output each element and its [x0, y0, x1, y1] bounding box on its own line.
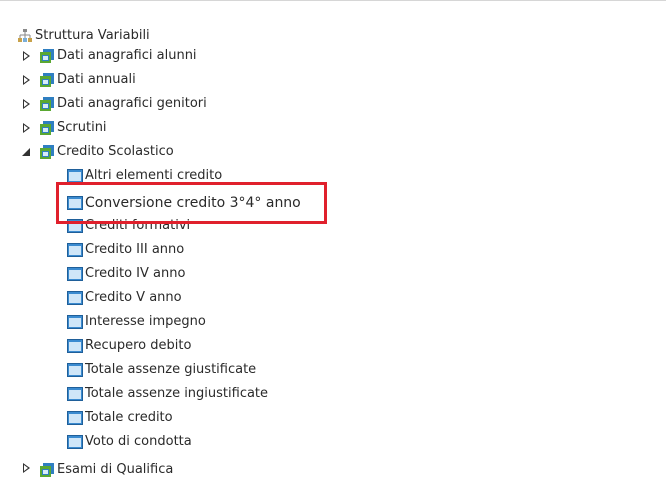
tree-leaf-totale-credito[interactable]: Totale credito	[67, 406, 173, 430]
highlight-box	[56, 182, 327, 224]
root-tree-icon	[18, 29, 32, 42]
tree-leaf-label: Recupero debito	[85, 338, 192, 353]
tree-group-dati-annuali[interactable]: Dati annuali	[21, 68, 136, 92]
field-icon	[67, 243, 83, 257]
tree-leaf-interesse-impegno[interactable]: Interesse impegno	[67, 310, 206, 334]
field-icon	[67, 435, 83, 449]
tree-group-credito-scolastico[interactable]: Credito Scolastico	[21, 140, 174, 164]
tree-root-label: Struttura Variabili	[35, 28, 150, 43]
variables-tree: Struttura Variabili Dati anagrafici alun…	[0, 0, 666, 477]
tree-leaf-label: Interesse impegno	[85, 314, 206, 329]
tree-leaf-label: Totale credito	[85, 410, 173, 425]
expand-arrow-icon[interactable]	[21, 462, 31, 474]
tree-group-label: Esami di Qualifica	[57, 462, 174, 477]
tree-leaf-label: Totale assenze ingiustificate	[85, 386, 269, 401]
field-icon	[67, 411, 83, 425]
tree-leaf-label: Voto di condotta	[85, 434, 192, 449]
collapse-arrow-icon[interactable]	[21, 146, 31, 158]
tree-leaf-label: Credito IV anno	[85, 266, 186, 281]
tree-leaf-label: Totale assenze giustificate	[85, 362, 257, 377]
tree-group-label: Dati anagrafici genitori	[57, 96, 207, 111]
tree-leaf-recupero-debito[interactable]: Recupero debito	[67, 334, 191, 358]
folder-icon	[40, 73, 54, 87]
tree-group-dati-anagrafici-alunni[interactable]: Dati anagrafici alunni	[21, 44, 197, 68]
folder-icon	[40, 463, 54, 477]
tree-leaf-credito-iv-anno[interactable]: Credito IV anno	[67, 262, 185, 286]
folder-icon	[40, 121, 54, 135]
tree-leaf-label: Credito III anno	[85, 242, 185, 257]
tree-group-label: Dati anagrafici alunni	[57, 48, 197, 63]
expand-arrow-icon[interactable]	[21, 50, 31, 62]
expand-arrow-icon[interactable]	[21, 122, 31, 134]
tree-leaf-credito-v-anno[interactable]: Credito V anno	[67, 286, 182, 310]
tree-leaf-label: Credito V anno	[85, 290, 182, 305]
field-icon	[67, 315, 83, 329]
expand-arrow-icon[interactable]	[21, 74, 31, 86]
field-icon	[67, 363, 83, 377]
tree-leaf-credito-iii-anno[interactable]: Credito III anno	[67, 238, 184, 262]
tree-group-label: Credito Scolastico	[57, 144, 174, 159]
tree-group-dati-anagrafici-genitori[interactable]: Dati anagrafici genitori	[21, 92, 207, 116]
tree-leaf-totale-assenze-ingiustificate[interactable]: Totale assenze ingiustificate	[67, 382, 268, 406]
tree-leaf-totale-assenze-giustificate[interactable]: Totale assenze giustificate	[67, 358, 256, 382]
folder-icon	[40, 97, 54, 111]
folder-icon	[40, 49, 54, 63]
field-icon	[67, 291, 83, 305]
tree-group-label: Scrutini	[57, 120, 107, 135]
expand-arrow-icon[interactable]	[21, 98, 31, 110]
tree-group-scrutini[interactable]: Scrutini	[21, 116, 107, 140]
folder-icon	[40, 145, 54, 159]
field-icon	[67, 387, 83, 401]
tree-group-label: Dati annuali	[57, 72, 136, 87]
field-icon	[67, 339, 83, 353]
tree-leaf-voto-di-condotta[interactable]: Voto di condotta	[67, 430, 192, 454]
field-icon	[67, 267, 83, 281]
tree-group-esami-di-qualifica[interactable]: Esami di Qualifica	[21, 458, 173, 477]
